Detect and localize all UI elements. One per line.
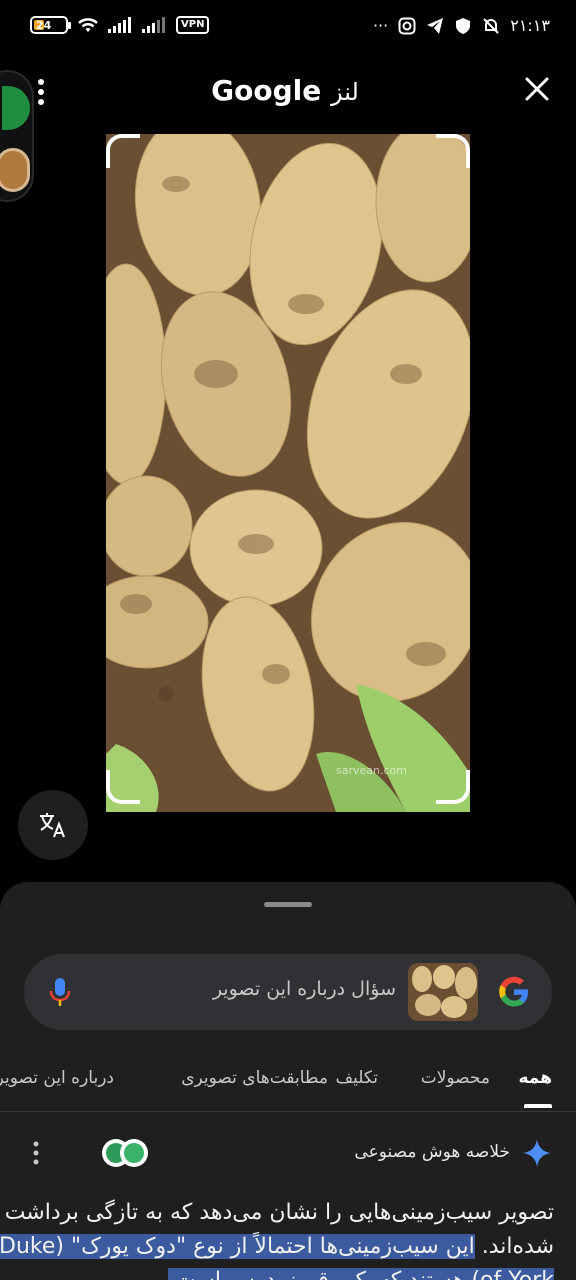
ai-overview-text: تصویر سیب‌زمینی‌هایی را نشان می‌دهد که ب… <box>0 1196 554 1280</box>
ai-overview-highlight[interactable]: این سیب‌زمینی‌ها احتمالاً از نوع "دوک یو… <box>0 1234 554 1280</box>
source-avatars[interactable] <box>100 1137 152 1169</box>
crop-corner-bottom-right[interactable] <box>436 770 470 804</box>
potatoes-image: sarvean.com <box>106 134 470 812</box>
status-bar: 24 VPN ··· ۲۱:۱۳ <box>0 0 576 56</box>
sparkle-icon <box>523 1139 551 1167</box>
search-bar[interactable]: سؤال درباره این تصویر <box>24 954 552 1030</box>
tab-visual-matches[interactable]: مطابقت‌های تصویری <box>181 1068 328 1088</box>
battery-icon: 24 <box>30 16 71 34</box>
lens-header: Google لنز <box>0 70 576 114</box>
instagram-icon <box>398 17 416 34</box>
active-tab-indicator <box>524 1104 552 1108</box>
telegram-icon <box>427 17 444 34</box>
more-vert-icon[interactable] <box>30 1140 42 1166</box>
google-logo-icon <box>499 976 528 1007</box>
watermark: sarvean.com <box>336 764 407 777</box>
tab-about-image[interactable]: درباره این تصویر <box>0 1068 114 1088</box>
google-brand: Google <box>211 74 322 107</box>
searched-image[interactable]: sarvean.com <box>106 134 470 812</box>
clock: ۲۱:۱۳ <box>510 16 550 35</box>
translate-icon <box>40 813 65 838</box>
crop-corner-top-right[interactable] <box>436 134 470 168</box>
ai-overview-label: خلاصه هوش مصنوعی <box>354 1142 510 1162</box>
signal-icon-2 <box>142 17 165 33</box>
results-sheet: سؤال درباره این تصویر همه محصولات تکلیف … <box>0 882 576 1280</box>
alarm-off-icon <box>483 17 499 34</box>
tab-products[interactable]: محصولات <box>421 1068 490 1088</box>
search-input[interactable]: سؤال درباره این تصویر <box>213 978 396 1000</box>
shield-icon <box>456 17 471 34</box>
page-title: Google لنز <box>0 74 576 107</box>
signal-icon <box>108 17 131 33</box>
mic-icon[interactable] <box>46 976 74 1008</box>
wifi-icon <box>78 18 98 32</box>
more-notifications: ··· <box>372 16 389 35</box>
tab-homework[interactable]: تکلیف <box>336 1068 378 1088</box>
translate-button[interactable] <box>18 790 88 860</box>
tab-all[interactable]: همه <box>519 1068 553 1088</box>
vpn-badge: VPN <box>176 16 210 34</box>
crop-corner-top-left[interactable] <box>106 134 140 168</box>
ai-overview-header: خلاصه هوش مصنوعی <box>0 1132 576 1176</box>
result-tabs: همه محصولات تکلیف مطابقت‌های تصویری دربا… <box>0 1060 576 1112</box>
close-icon[interactable] <box>524 76 550 102</box>
sheet-drag-handle[interactable] <box>264 902 312 907</box>
lens-label: لنز <box>331 78 359 106</box>
search-image-thumbnail[interactable] <box>408 963 478 1021</box>
crop-corner-bottom-left[interactable] <box>106 770 140 804</box>
contact-bubble-avatar[interactable] <box>0 148 30 192</box>
